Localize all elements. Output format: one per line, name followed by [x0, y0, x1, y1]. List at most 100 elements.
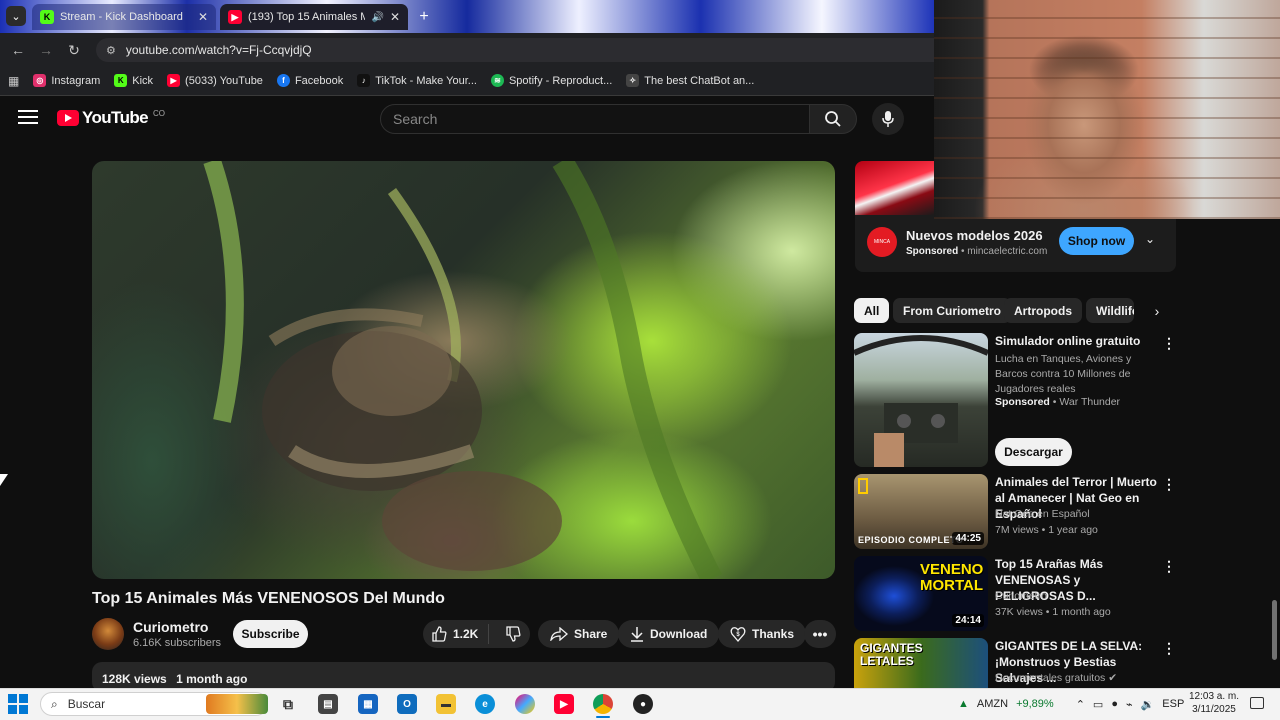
address-bar[interactable]: ⚙ youtube.com/watch?v=Fj-CcqvjdjQ — [96, 38, 934, 62]
chip-artropods[interactable]: Artropods — [1004, 298, 1082, 323]
more-vertical-icon[interactable]: ⋮ — [1162, 558, 1176, 574]
url-text: youtube.com/watch?v=Fj-CcqvjdjQ — [125, 43, 312, 57]
download-button[interactable]: Download — [618, 620, 720, 648]
video-frame-spider — [203, 161, 722, 579]
search-input[interactable]: Search — [380, 104, 810, 134]
more-vertical-icon[interactable]: ⋮ — [1162, 476, 1176, 492]
rec-channel[interactable]: Documentales gratuitos ✔ — [995, 671, 1117, 686]
rec-title[interactable]: Simulador online gratuito — [995, 333, 1157, 349]
stock-symbol[interactable]: AMZN — [977, 698, 1008, 710]
ad-domain: mincaelectric.com — [967, 246, 1048, 257]
youtube-play-icon — [57, 110, 79, 126]
subscribe-button[interactable]: Subscribe — [233, 620, 308, 648]
bookmark-facebook[interactable]: f Facebook — [276, 74, 343, 87]
speaker-icon[interactable]: 🔊 — [371, 12, 383, 23]
bookmark-label: The best ChatBot an... — [644, 74, 755, 87]
chrome-icon[interactable] — [593, 694, 613, 714]
thumb-caption: VENENO MORTAL — [920, 561, 984, 594]
search-highlight-image[interactable] — [206, 694, 268, 714]
thanks-button[interactable]: $ Thanks — [718, 620, 807, 648]
forward-icon[interactable]: → — [36, 40, 56, 60]
search-button[interactable] — [809, 104, 857, 134]
file-explorer-icon[interactable]: ▬ — [436, 694, 456, 714]
more-actions-button[interactable]: ••• — [804, 620, 836, 648]
volume-icon[interactable]: 🔉 — [1141, 698, 1155, 711]
chip-from-curiometro[interactable]: From Curiometro — [893, 298, 1012, 323]
like-dislike-group: 1.2K — [423, 620, 530, 648]
ad-banner-image[interactable] — [855, 161, 934, 215]
rec-thumbnail[interactable]: EPISODIO COMPLETO 44:25 — [854, 474, 988, 549]
more-vertical-icon[interactable]: ⋮ — [1162, 640, 1176, 656]
rec-channel-name: Documentales gratuitos — [995, 672, 1106, 684]
edge-icon[interactable]: e — [475, 694, 495, 714]
reload-icon[interactable]: ↻ — [64, 40, 84, 60]
tab-youtube-video[interactable]: ▶ (193) Top 15 Animales Más 🔊 ✕ — [220, 4, 408, 30]
obs-icon[interactable]: ● — [633, 694, 653, 714]
taskbar-clock[interactable]: 12:03 a. m. 3/11/2025 — [1184, 690, 1244, 716]
youtube-logo[interactable]: YouTube CO — [57, 108, 165, 128]
like-button[interactable]: 1.2K — [423, 624, 490, 644]
tab-search-button[interactable]: ⌄ — [6, 6, 26, 26]
outlook-icon[interactable]: O — [397, 694, 417, 714]
site-info-icon[interactable]: ⚙ — [106, 44, 116, 57]
bookmark-instagram[interactable]: ◎ Instagram — [33, 74, 100, 87]
rec-thumbnail[interactable]: VENENO MORTAL 24:14 — [854, 556, 988, 631]
usb-icon[interactable]: ⌁ — [1126, 698, 1133, 711]
share-button[interactable]: Share — [538, 620, 620, 648]
webcam-brick-texture — [934, 0, 1280, 219]
rec-thumbnail[interactable] — [854, 333, 988, 467]
channel-name[interactable]: Curiometro — [133, 619, 208, 635]
shop-now-button[interactable]: Shop now — [1059, 227, 1134, 255]
system-tray: ▲ AMZN +9,89% ⌃ ▭ ● ⌁ 🔉 ESP — [958, 690, 1184, 718]
close-tab-icon[interactable]: ✕ — [390, 10, 400, 24]
chip-wildlife[interactable]: Wildlife — [1086, 298, 1134, 323]
video-player[interactable] — [92, 161, 835, 579]
channel-avatar[interactable] — [92, 618, 124, 650]
more-vertical-icon[interactable]: ⋮ — [1162, 335, 1176, 351]
rec-description: Lucha en Tanques, Aviones y Barcos contr… — [995, 353, 1132, 395]
chevron-right-icon[interactable]: › — [1148, 302, 1166, 320]
cockpit-image — [854, 335, 988, 467]
language-indicator[interactable]: ESP — [1162, 698, 1184, 710]
svg-text:$: $ — [736, 632, 740, 638]
widgets-icon[interactable]: ▤ — [318, 694, 338, 714]
menu-icon[interactable] — [18, 110, 38, 126]
dislike-button[interactable] — [495, 626, 530, 642]
rec-channel: War Thunder — [1059, 396, 1121, 408]
download-app-button[interactable]: Descargar — [995, 438, 1072, 466]
voice-search-button[interactable] — [872, 103, 904, 135]
bookmark-youtube[interactable]: ▶ (5033) YouTube — [167, 74, 263, 87]
bookmark-spotify[interactable]: ≋ Spotify - Reproduct... — [490, 74, 612, 87]
copilot-icon[interactable] — [515, 694, 535, 714]
battery-icon[interactable]: ▭ — [1093, 698, 1103, 711]
tab-title: Stream - Kick Dashboard — [60, 11, 183, 23]
microphone-tray-icon[interactable]: ● — [1111, 698, 1118, 710]
windows-start-icon[interactable] — [8, 694, 28, 714]
download-icon — [631, 627, 643, 642]
chevron-up-icon[interactable]: ⌃ — [1076, 698, 1085, 711]
bookmark-kick[interactable]: K Kick — [114, 74, 153, 87]
scrollbar-thumb[interactable] — [1272, 600, 1277, 660]
rec-channel[interactable]: Curiometro — [995, 589, 1047, 604]
tab-kick-dashboard[interactable]: K Stream - Kick Dashboard ✕ — [32, 4, 216, 30]
youtube-app-icon[interactable]: ▶ — [554, 694, 574, 714]
apps-icon[interactable]: ▦ — [8, 74, 19, 88]
active-app-indicator — [596, 716, 610, 718]
back-icon[interactable]: ← — [8, 40, 28, 60]
stock-chart-icon: ▲ — [958, 698, 969, 710]
rec-channel[interactable]: Nat Geo en Español — [995, 507, 1090, 522]
new-tab-button[interactable]: + — [414, 7, 434, 27]
kick-icon: K — [114, 74, 128, 87]
country-code: CO — [153, 108, 165, 118]
chevron-down-icon[interactable]: ⌄ — [1145, 232, 1163, 250]
rec-thumbnail[interactable]: GIGANTES LETALES — [854, 638, 988, 688]
close-tab-icon[interactable]: ✕ — [198, 10, 208, 24]
notification-icon[interactable] — [1250, 697, 1264, 709]
bookmark-tiktok[interactable]: ♪ TikTok - Make Your... — [357, 74, 477, 87]
chip-all[interactable]: All — [854, 298, 890, 323]
ad-title[interactable]: Nuevos modelos 2026 — [906, 228, 1043, 243]
bookmark-chatbot[interactable]: ✧ The best ChatBot an... — [626, 74, 754, 87]
microsoft-store-icon[interactable]: ▦ — [358, 694, 378, 714]
advertiser-logo[interactable]: MINCA — [867, 227, 897, 257]
task-view-icon[interactable]: ⧉ — [278, 694, 298, 714]
